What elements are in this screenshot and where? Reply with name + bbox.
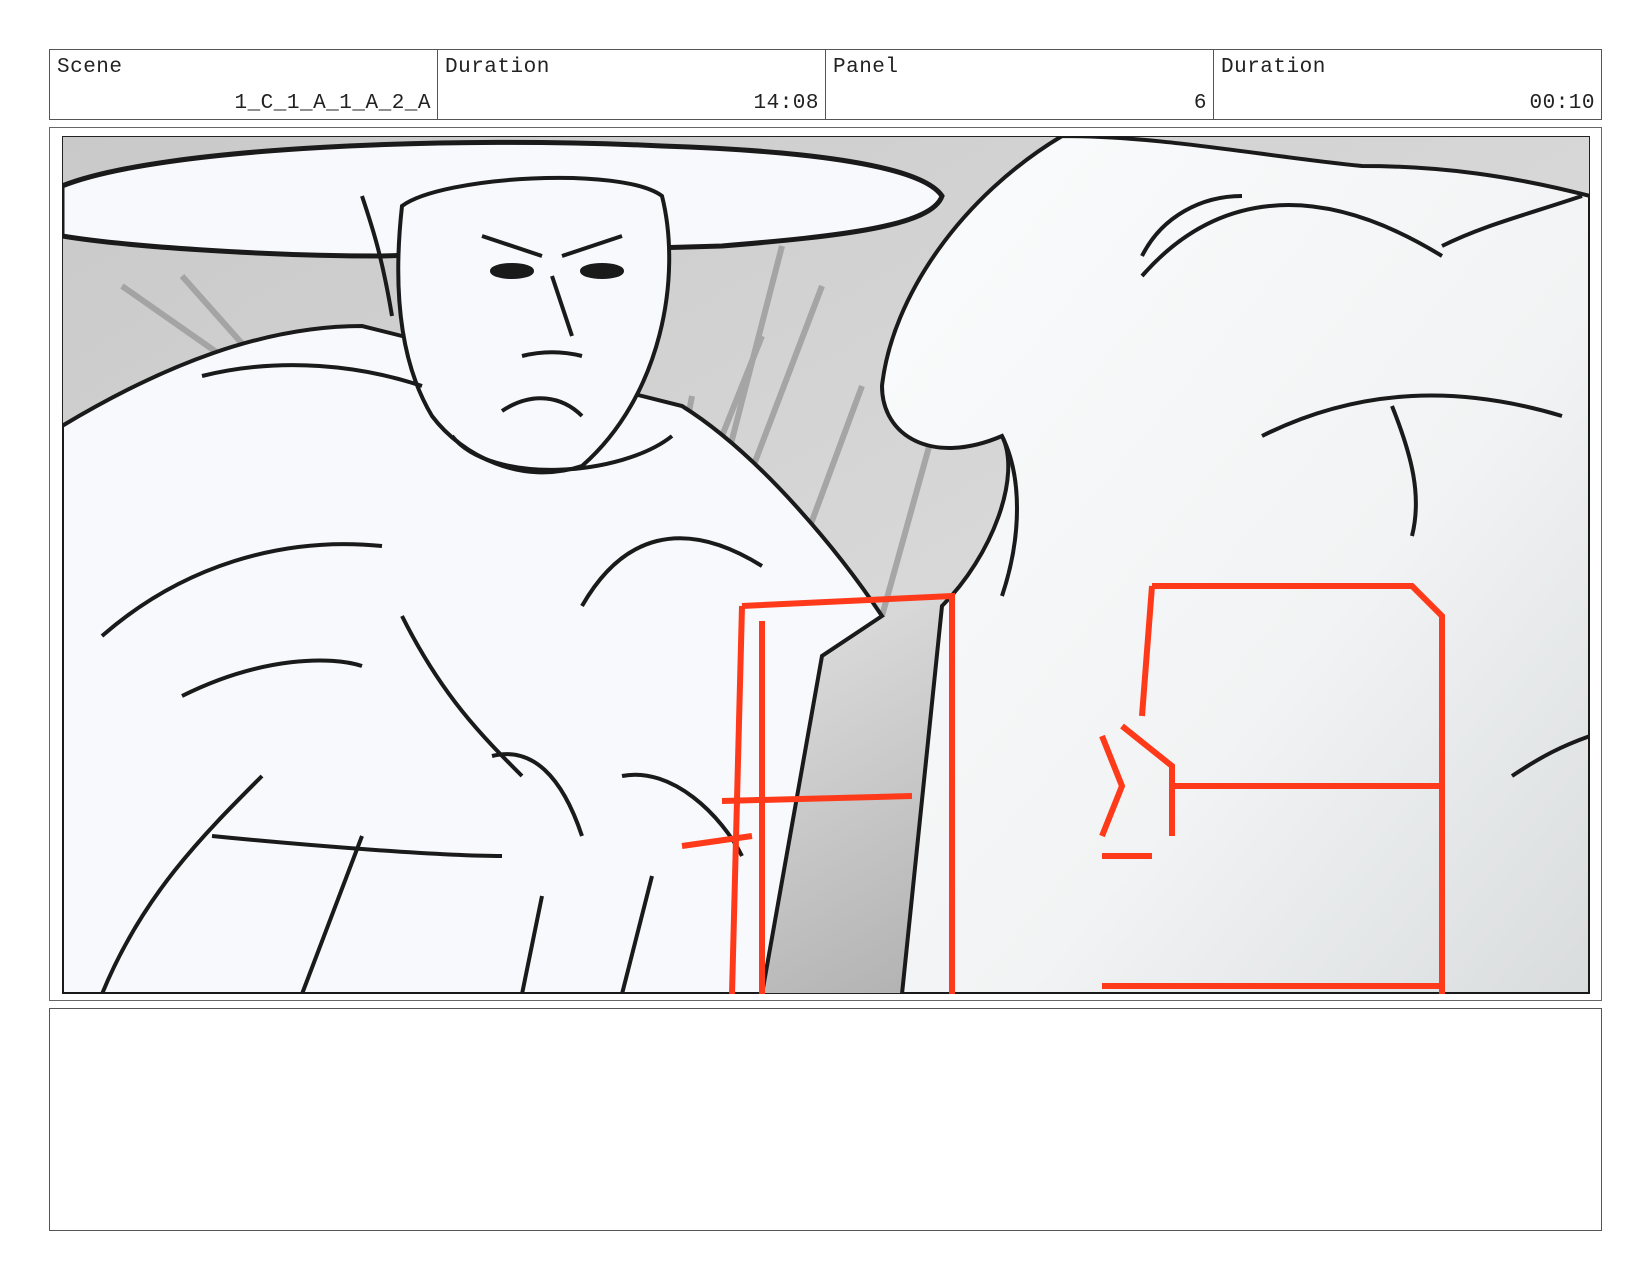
storyboard-panel-frame [49, 127, 1602, 1001]
panel-value: 6 [1193, 92, 1207, 115]
panel-duration-label: Duration [1221, 56, 1326, 79]
panel-duration-value: 00:10 [1529, 92, 1595, 115]
scene-duration-cell: Duration 14:08 [438, 50, 826, 119]
panel-cell: Panel 6 [826, 50, 1214, 119]
storyboard-sketch [62, 136, 1590, 994]
storyboard-header: Scene 1_C_1_A_1_A_2_A Duration 14:08 Pan… [49, 49, 1602, 120]
scene-cell: Scene 1_C_1_A_1_A_2_A [50, 50, 438, 119]
scene-label: Scene [57, 56, 123, 79]
scene-value: 1_C_1_A_1_A_2_A [234, 92, 431, 115]
notes-box [49, 1008, 1602, 1231]
scene-duration-label: Duration [445, 56, 550, 79]
panel-duration-cell: Duration 00:10 [1214, 50, 1601, 119]
panel-label: Panel [833, 56, 899, 79]
scene-duration-value: 14:08 [753, 92, 819, 115]
sketch-drawing [62, 136, 1590, 994]
